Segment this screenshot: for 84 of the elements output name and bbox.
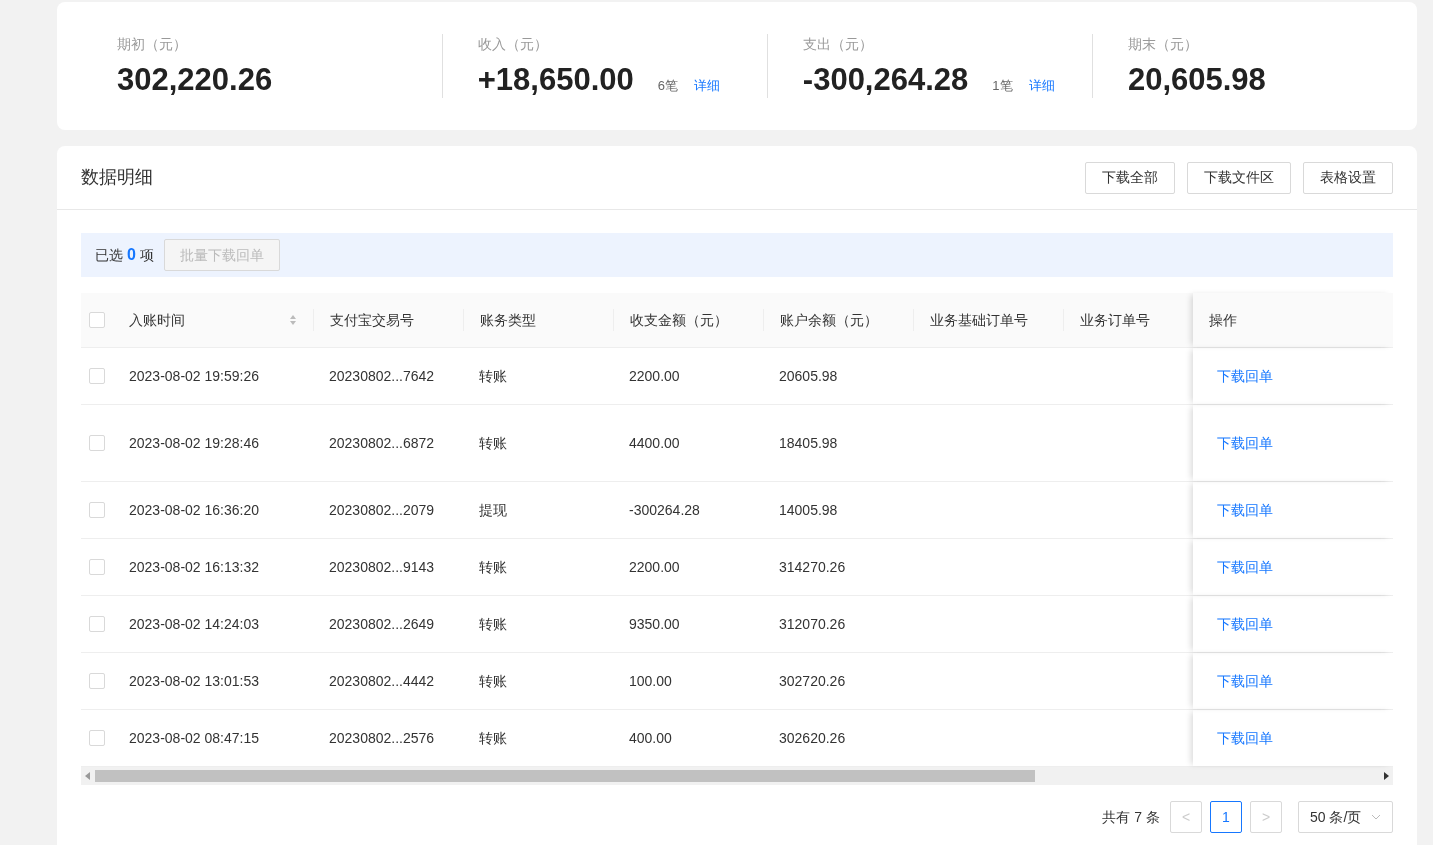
summary-value: 302,220.26	[117, 62, 273, 98]
table-cell: 20230802...2576	[329, 729, 435, 746]
table-cell: 100.00	[629, 672, 672, 689]
table-cell: 400.00	[629, 729, 672, 746]
table-cell: 2200.00	[629, 558, 680, 575]
table-cell: 2200.00	[629, 367, 680, 384]
detail-link[interactable]: 详细	[694, 75, 720, 95]
table-cell: 20230802...9143	[329, 558, 435, 575]
column-header: 业务订单号	[1080, 310, 1150, 330]
table-cell: 转账	[479, 434, 507, 451]
column-header: 入账时间	[129, 310, 185, 330]
table-cell: 4400.00	[629, 434, 680, 451]
checkbox[interactable]	[89, 730, 105, 746]
column-header: 账务类型	[480, 310, 536, 330]
column-header: 收支金额（元）	[630, 310, 728, 330]
table-cell: 转账	[479, 672, 507, 689]
summary-value: 20,605.98	[1127, 62, 1266, 98]
table-cell: 2023-08-02 14:24:03	[129, 615, 259, 632]
summary-value: -300,264.28	[802, 62, 969, 98]
scroll-left-icon[interactable]	[85, 772, 91, 780]
section-title: 数据明细	[81, 166, 153, 189]
summary-label: 期初（元）	[117, 36, 187, 52]
scroll-right-icon[interactable]	[1383, 772, 1389, 780]
download-receipt-link[interactable]: 下载回单	[1217, 670, 1273, 692]
table-cell: -300264.28	[629, 501, 700, 518]
download-receipt-link[interactable]: 下载回单	[1217, 432, 1273, 454]
download-receipt-link[interactable]: 下载回单	[1217, 613, 1273, 635]
table-cell: 18405.98	[779, 434, 838, 451]
checkbox[interactable]	[89, 559, 105, 575]
table-cell: 9350.00	[629, 615, 680, 632]
download-receipt-link[interactable]: 下载回单	[1217, 556, 1273, 578]
table-cell: 302620.26	[779, 729, 846, 746]
page-button[interactable]: 1	[1210, 801, 1242, 833]
table-cell: 2023-08-02 16:36:20	[129, 501, 259, 518]
summary-label: 支出（元）	[802, 36, 873, 52]
table-cell: 2023-08-02 16:13:32	[129, 558, 259, 575]
summary-label: 期末（元）	[1127, 36, 1198, 52]
column-header: 支付宝交易号	[330, 310, 414, 330]
table-cell: 2023-08-02 19:59:26	[129, 367, 259, 384]
table-cell: 314270.26	[779, 558, 846, 575]
table-cell: 20230802...7642	[329, 367, 435, 384]
table-cell: 302720.26	[779, 672, 846, 689]
checkbox[interactable]	[89, 312, 105, 328]
table-cell: 转账	[479, 615, 507, 632]
column-header: 操作	[1209, 310, 1237, 330]
table-cell: 312070.26	[779, 615, 846, 632]
summary-count: 1笔	[992, 76, 1013, 95]
checkbox[interactable]	[89, 368, 105, 384]
horizontal-scrollbar[interactable]	[81, 767, 1393, 785]
table-cell: 20230802...6872	[329, 434, 435, 451]
chevron-down-icon	[1371, 814, 1381, 820]
toolbar-button[interactable]: 下载全部	[1085, 161, 1175, 194]
checkbox[interactable]	[89, 673, 105, 689]
download-receipt-link[interactable]: 下载回单	[1217, 365, 1273, 387]
checkbox[interactable]	[89, 502, 105, 518]
table-cell: 20605.98	[779, 367, 838, 384]
summary-label: 收入（元）	[477, 36, 548, 52]
table-cell: 2023-08-02 19:28:46	[129, 434, 259, 451]
checkbox[interactable]	[89, 616, 105, 632]
table-cell: 20230802...2079	[329, 501, 435, 518]
page-size-select[interactable]: 50 条/页	[1298, 801, 1393, 833]
table-cell: 14005.98	[779, 501, 838, 518]
toolbar-button[interactable]: 表格设置	[1303, 161, 1393, 194]
total-count: 共有 7 条	[1102, 807, 1160, 827]
download-receipt-link[interactable]: 下载回单	[1217, 499, 1273, 521]
table-cell: 转账	[479, 367, 507, 384]
table-cell: 2023-08-02 13:01:53	[129, 672, 259, 689]
table-cell: 20230802...4442	[329, 672, 435, 689]
sort-icon[interactable]	[289, 314, 297, 326]
table-cell: 2023-08-02 08:47:15	[129, 729, 259, 746]
table-cell: 提现	[479, 501, 507, 518]
column-header: 业务基础订单号	[930, 310, 1028, 330]
toolbar-button[interactable]: 下载文件区	[1187, 161, 1291, 194]
column-header: 账户余额（元）	[780, 310, 878, 330]
table-cell: 转账	[479, 729, 507, 746]
download-receipt-link[interactable]: 下载回单	[1217, 727, 1273, 749]
table-cell: 20230802...2649	[329, 615, 435, 632]
summary-value: +18,650.00	[477, 62, 634, 98]
checkbox[interactable]	[89, 435, 105, 451]
scrollbar-thumb[interactable]	[95, 770, 1035, 782]
selection-count: 已选 0 项	[95, 245, 154, 265]
summary-count: 6笔	[657, 76, 678, 95]
table-cell: 转账	[479, 558, 507, 575]
detail-link[interactable]: 详细	[1028, 75, 1055, 95]
